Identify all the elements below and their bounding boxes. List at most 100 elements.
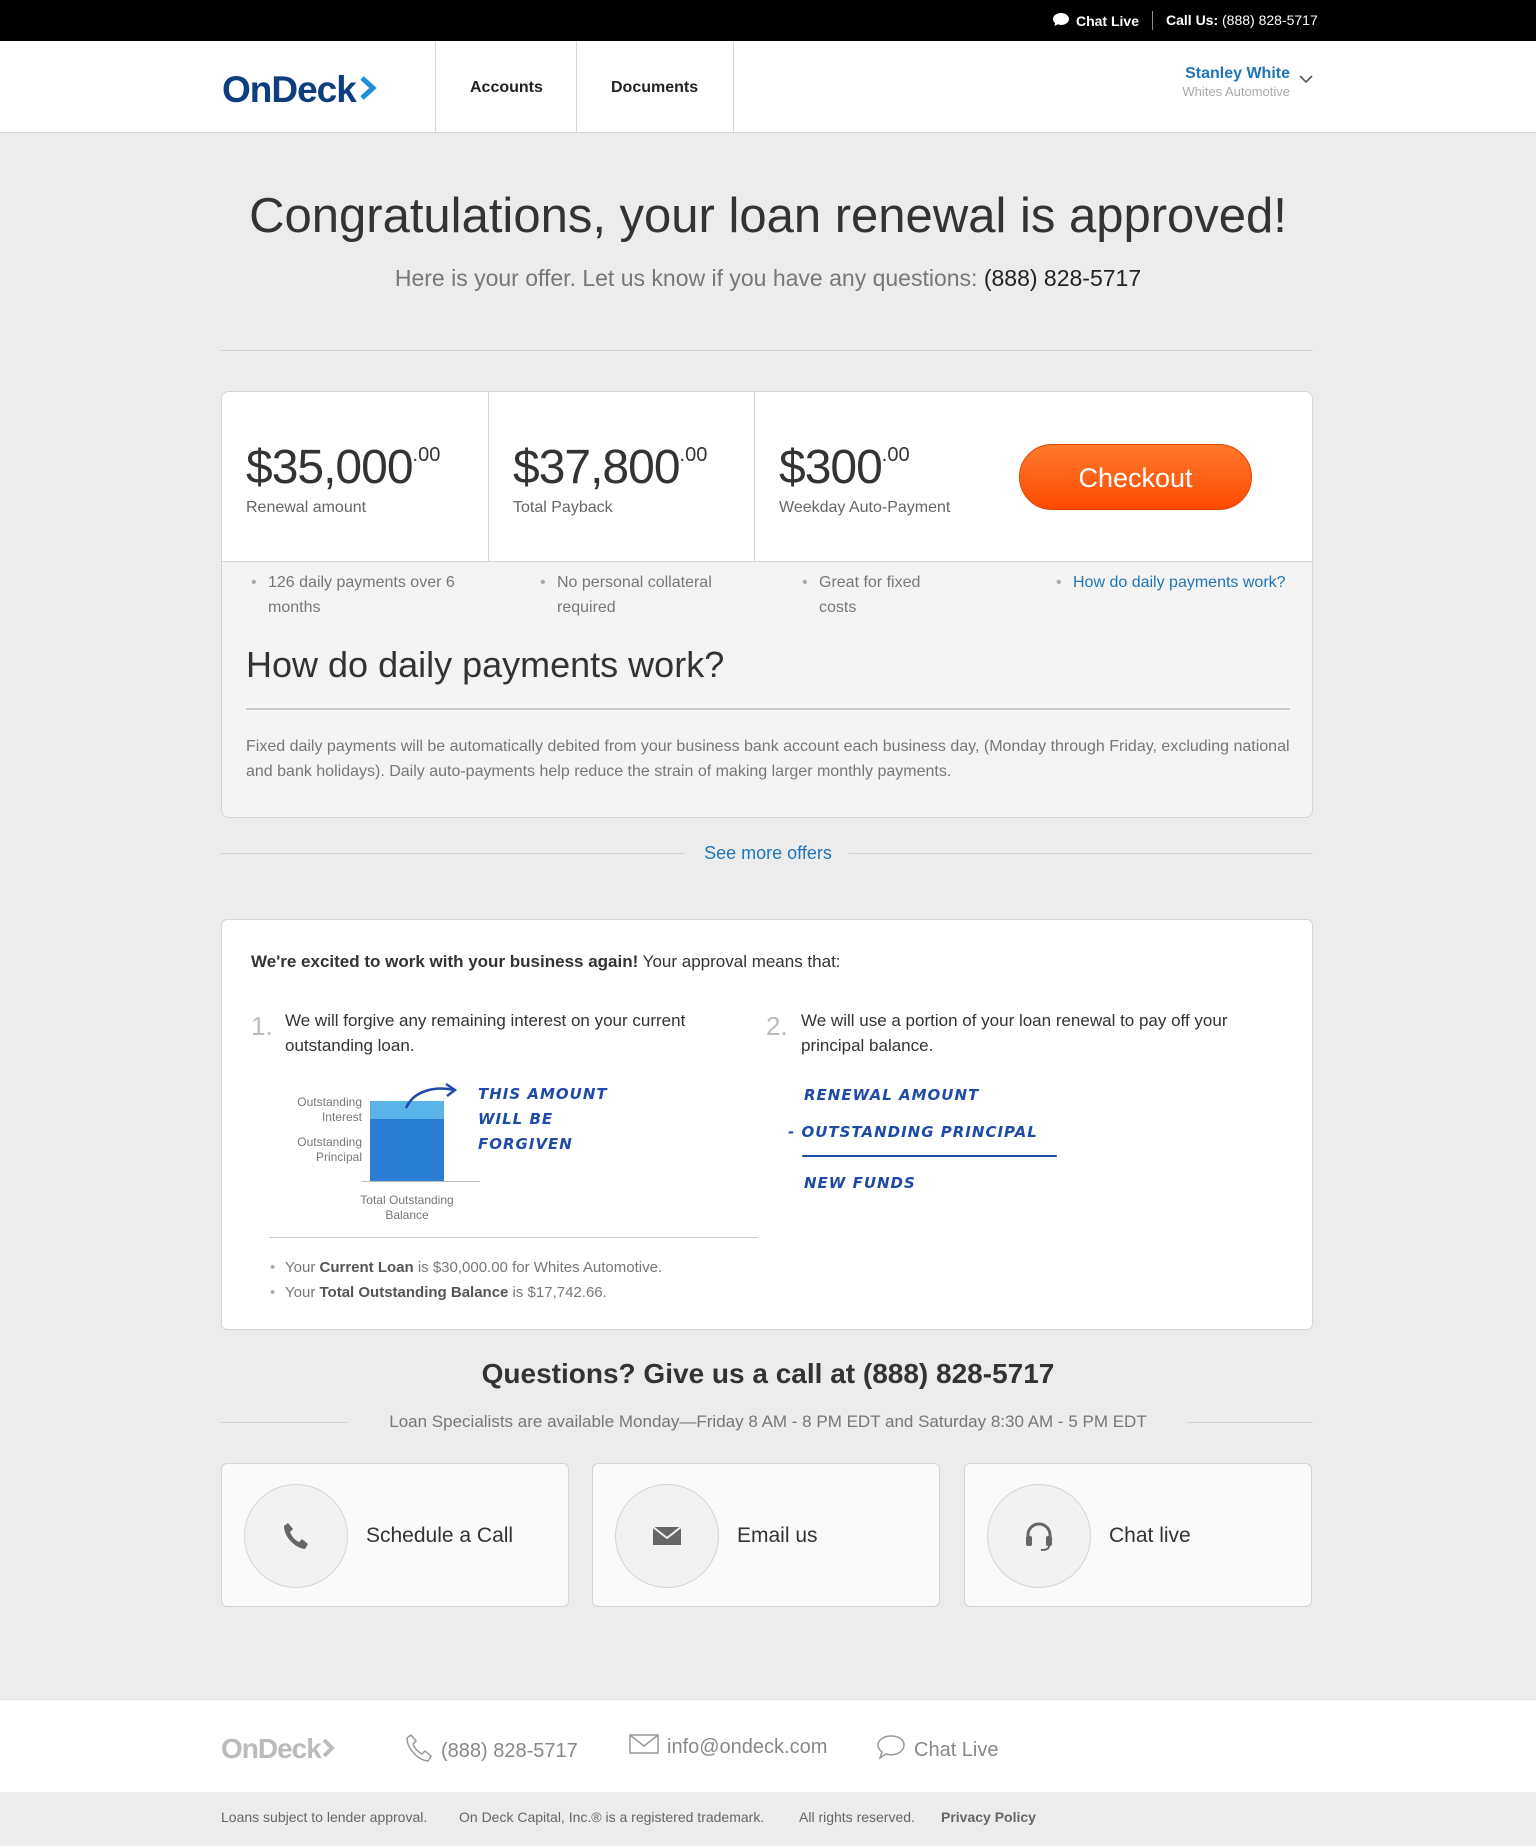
page-title: Congratulations, your loan renewal is ap…	[249, 189, 1287, 243]
interest-label: Outstanding Interest	[262, 1095, 362, 1125]
auto-payment-cell: $300.00 Weekday Auto-Payment	[755, 392, 1021, 562]
phone-outline-icon	[405, 1733, 433, 1769]
renewal-amount-cents: .00	[412, 444, 441, 466]
see-more-line	[849, 853, 1313, 854]
approval-intro-bold: We're excited to work with your business…	[251, 952, 639, 971]
principal-label: Outstanding Principal	[262, 1135, 362, 1165]
offer-card: $35,000.00 Renewal amount $37,800.00 Tot…	[221, 391, 1313, 818]
fact-text: is $30,000.00 for Whites Automotive.	[413, 1259, 663, 1276]
principal-label-line: Principal	[315, 1150, 362, 1164]
renewal-amount: $35,000.00	[246, 440, 440, 495]
phone-icon	[244, 1484, 348, 1588]
schedule-call-label: Schedule a Call	[366, 1524, 514, 1547]
point-number: 2.	[766, 1011, 788, 1041]
formula-renewal: RENEWAL AMOUNT	[804, 1086, 980, 1104]
offer-bullet: Great for fixed costs	[802, 570, 949, 620]
footer-chat-link[interactable]: Chat Live	[876, 1733, 999, 1767]
total-payback-cell: $37,800.00 Total Payback	[489, 392, 755, 562]
interest-label-line: Outstanding	[297, 1095, 362, 1109]
point-2-text: We will use a portion of your loan renew…	[801, 1011, 1228, 1055]
checkout-button[interactable]: Checkout	[1019, 444, 1252, 510]
call-us-link[interactable]: Call Us: (888) 828-5717	[1166, 12, 1318, 28]
renewal-amount-cell: $35,000.00 Renewal amount	[222, 392, 489, 562]
footer-email-link[interactable]: info@ondeck.com	[629, 1733, 827, 1761]
envelope-outline-icon	[629, 1733, 659, 1761]
footer-logo-text: OnDeck	[221, 1733, 322, 1764]
formula-outstanding: - OUTSTANDING PRINCIPAL	[788, 1123, 1038, 1141]
chat-bubble-icon	[1052, 12, 1070, 30]
legal-text: Loans subject to lender approval.	[221, 1809, 428, 1825]
total-payback-label: Total Payback	[513, 499, 613, 516]
chat-live-link[interactable]: Chat Live	[1052, 12, 1139, 30]
chat-live-label: Chat live	[1109, 1524, 1191, 1547]
fact-text: Your	[285, 1259, 320, 1276]
total-payback-cents: .00	[679, 444, 708, 466]
daily-payments-divider	[246, 708, 1290, 710]
formula-new-funds: NEW FUNDS	[804, 1174, 916, 1192]
subtitle-text: Here is your offer. Let us know if you h…	[394, 265, 978, 291]
fact-text: Your	[285, 1284, 320, 1301]
legal-text: All rights reserved.	[799, 1809, 915, 1825]
point-1-text: We will forgive any remaining interest o…	[285, 1011, 686, 1055]
auto-payment-cents: .00	[881, 444, 910, 466]
current-loan-fact: Your Current Loan is $30,000.00 for Whit…	[270, 1259, 663, 1276]
chart-baseline	[362, 1181, 480, 1182]
site-footer: OnDeck (888) 828-5717 info@ondeck.com Ch…	[0, 1699, 1536, 1792]
nav-accounts[interactable]: Accounts	[470, 79, 543, 97]
legal-text: On Deck Capital, Inc.® is a registered t…	[459, 1809, 765, 1825]
nav-divider	[733, 41, 734, 133]
total-payback: $37,800.00	[513, 440, 707, 495]
footer-logo[interactable]: OnDeck	[221, 1733, 337, 1765]
call-us-number: (888) 828-5717	[1222, 12, 1318, 28]
daily-payments-heading: How do daily payments work?	[246, 644, 725, 685]
auto-payment-label: Weekday Auto-Payment	[779, 499, 951, 516]
principal-bar	[370, 1119, 444, 1181]
footer-phone-text: (888) 828-5717	[441, 1739, 578, 1762]
chevron-down-icon[interactable]	[1299, 71, 1313, 89]
offer-bullet: No personal collateral required	[540, 570, 737, 620]
chat-live-label: Chat Live	[1075, 13, 1139, 29]
approval-intro-rest: Your approval means that:	[638, 952, 841, 971]
daily-payments-help-link[interactable]: How do daily payments work?	[1056, 570, 1286, 595]
ondeck-logo[interactable]: OnDeck	[222, 69, 378, 111]
total-balance-label: Total Outstanding Balance	[342, 1193, 472, 1223]
page-subtitle: Here is your offer. Let us know if you h…	[0, 265, 1536, 292]
topbar-divider	[1152, 11, 1153, 30]
approval-intro: We're excited to work with your business…	[251, 952, 841, 972]
total-balance-label-line: Balance	[385, 1208, 429, 1222]
facts-divider	[269, 1237, 758, 1238]
subtitle-phone[interactable]: (888) 828-5717	[984, 265, 1141, 291]
renewal-amount-value: $35,000	[246, 441, 414, 494]
forgiven-note-line: FORGIVEN	[478, 1135, 573, 1153]
forgiven-note: THIS AMOUNT WILL BE FORGIVEN	[478, 1082, 608, 1157]
nav-documents[interactable]: Documents	[611, 79, 698, 97]
schedule-call-card[interactable]: Schedule a Call	[221, 1463, 569, 1607]
user-business: Whites Automotive	[1182, 84, 1290, 99]
hours-line	[1187, 1422, 1313, 1423]
nav-divider	[435, 41, 436, 133]
renewal-amount-label: Renewal amount	[246, 499, 367, 516]
forgiven-note-line: THIS AMOUNT	[478, 1085, 608, 1103]
footer-chat-text: Chat Live	[914, 1738, 999, 1761]
auto-payment-value: $300	[779, 441, 883, 494]
formula-underline	[802, 1155, 1057, 1157]
interest-label-line: Interest	[321, 1110, 362, 1124]
call-us-label: Call Us:	[1166, 12, 1219, 28]
auto-payment: $300.00	[779, 440, 910, 495]
email-us-card[interactable]: Email us	[592, 1463, 940, 1607]
legal-bar: Loans subject to lender approval. On Dec…	[0, 1792, 1536, 1840]
user-menu[interactable]: Stanley White Whites Automotive	[1182, 65, 1290, 99]
chat-live-card[interactable]: Chat live	[964, 1463, 1312, 1607]
fact-bold: Current Loan	[319, 1259, 414, 1276]
offer-summary: $35,000.00 Renewal amount $37,800.00 Tot…	[222, 392, 1312, 562]
email-us-label: Email us	[737, 1524, 818, 1547]
point-number: 1.	[251, 1011, 273, 1041]
footer-phone-link[interactable]: (888) 828-5717	[405, 1733, 578, 1769]
top-bar: Chat Live Call Us: (888) 828-5717	[0, 0, 1536, 41]
privacy-policy-link[interactable]: Privacy Policy	[941, 1809, 1036, 1825]
footer-email-text: info@ondeck.com	[667, 1735, 828, 1758]
forgiven-note-line: WILL BE	[478, 1110, 554, 1128]
headset-icon	[987, 1484, 1091, 1588]
principal-label-line: Outstanding	[297, 1135, 362, 1149]
offer-bullet: 126 daily payments over 6 months	[251, 570, 468, 620]
